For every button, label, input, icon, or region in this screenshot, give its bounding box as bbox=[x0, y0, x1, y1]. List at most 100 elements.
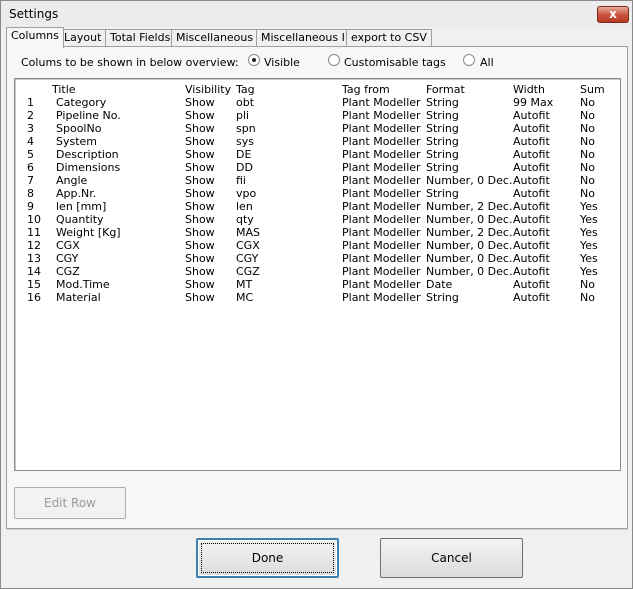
row-tag: sys bbox=[236, 135, 254, 148]
row-width: Autofit bbox=[513, 109, 550, 122]
row-format: Number, 0 Dec. bbox=[426, 239, 513, 252]
row-tag: fii bbox=[236, 174, 246, 187]
row-visibility: Show bbox=[185, 96, 215, 109]
row-format: String bbox=[426, 135, 459, 148]
row-format: String bbox=[426, 96, 459, 109]
row-sum: No bbox=[580, 135, 595, 148]
tab-miscellaneous-i[interactable]: Miscellaneous I bbox=[171, 29, 265, 47]
radio-customisable-tags-label[interactable]: Customisable tags bbox=[344, 56, 446, 69]
row-visibility: Show bbox=[185, 213, 215, 226]
table-row[interactable]: 5 Description Show DE Plant Modeller String Au… bbox=[15, 148, 620, 161]
row-tag: obt bbox=[236, 96, 255, 109]
table-row[interactable]: 7 Angle Show fii Plant Modeller Number, 0 Dec… bbox=[15, 174, 620, 187]
row-tag-from: Plant Modeller bbox=[342, 148, 421, 161]
row-format: Number, 2 Dec. bbox=[426, 200, 513, 213]
row-format: Number, 0 Dec. bbox=[426, 213, 513, 226]
row-format: String bbox=[426, 291, 459, 304]
row-number: 4 bbox=[27, 135, 34, 148]
tab-export-to-csv[interactable]: export to CSV bbox=[346, 29, 432, 47]
tab-layout[interactable]: Layout bbox=[59, 29, 107, 47]
table-row[interactable]: 13 CGY Show CGY Plant Modeller Number, 0 Dec.… bbox=[15, 252, 620, 265]
row-visibility: Show bbox=[185, 109, 215, 122]
row-visibility: Show bbox=[185, 135, 215, 148]
tab-columns[interactable]: Columns bbox=[6, 27, 64, 48]
table-row[interactable]: 9 len [mm] Show len Plant Modeller Number, 2 … bbox=[15, 200, 620, 213]
header-width: Width bbox=[513, 83, 545, 96]
table-row[interactable]: 14 CGZ Show CGZ Plant Modeller Number, 0 Dec.… bbox=[15, 265, 620, 278]
row-sum: No bbox=[580, 148, 595, 161]
row-visibility: Show bbox=[185, 187, 215, 200]
row-tag-from: Plant Modeller bbox=[342, 109, 421, 122]
row-title: Quantity bbox=[56, 213, 104, 226]
row-width: Autofit bbox=[513, 187, 550, 200]
tab-total-fields[interactable]: Total Fields bbox=[105, 29, 176, 47]
row-tag: MT bbox=[236, 278, 253, 291]
row-sum: No bbox=[580, 109, 595, 122]
edit-row-button[interactable]: Edit Row bbox=[14, 487, 126, 519]
row-sum: No bbox=[580, 278, 595, 291]
row-tag-from: Plant Modeller bbox=[342, 226, 421, 239]
table-row[interactable]: 16 Material Show MC Plant Modeller String Auto… bbox=[15, 291, 620, 304]
row-number: 12 bbox=[27, 239, 41, 252]
row-number: 15 bbox=[27, 278, 41, 291]
table-row[interactable]: 1 Category Show obt Plant Modeller String 99 M… bbox=[15, 96, 620, 109]
settings-window: Settings x Columns Layout Total Fields M… bbox=[0, 0, 633, 589]
row-title: CGZ bbox=[56, 265, 80, 278]
close-icon[interactable]: x bbox=[597, 6, 629, 23]
row-format: String bbox=[426, 109, 459, 122]
row-sum: No bbox=[580, 174, 595, 187]
table-row[interactable]: 6 Dimensions Show DD Plant Modeller String Aut… bbox=[15, 161, 620, 174]
radio-visible-label[interactable]: Visible bbox=[264, 56, 300, 69]
row-tag: DD bbox=[236, 161, 253, 174]
row-width: Autofit bbox=[513, 213, 550, 226]
title-bar[interactable]: Settings x bbox=[1, 1, 632, 27]
row-tag: CGX bbox=[236, 239, 260, 252]
row-width: Autofit bbox=[513, 174, 550, 187]
row-tag-from: Plant Modeller bbox=[342, 122, 421, 135]
table-row[interactable]: 11 Weight [Kg] Show MAS Plant Modeller Number… bbox=[15, 226, 620, 239]
row-tag: CGZ bbox=[236, 265, 260, 278]
row-title: Description bbox=[56, 148, 119, 161]
table-row[interactable]: 12 CGX Show CGX Plant Modeller Number, 0 Dec.… bbox=[15, 239, 620, 252]
row-tag: MC bbox=[236, 291, 254, 304]
table-row[interactable]: 2 Pipeline No. Show pli Plant Modeller String… bbox=[15, 109, 620, 122]
row-visibility: Show bbox=[185, 161, 215, 174]
table-row[interactable]: 3 SpoolNo Show spn Plant Modeller String Autof… bbox=[15, 122, 620, 135]
done-button[interactable]: Done bbox=[196, 538, 339, 578]
row-title: CGY bbox=[56, 252, 79, 265]
row-sum: No bbox=[580, 187, 595, 200]
row-number: 5 bbox=[27, 148, 34, 161]
table-row[interactable]: 10 Quantity Show qty Plant Modeller Number, 0… bbox=[15, 213, 620, 226]
table-row[interactable]: 4 System Show sys Plant Modeller String Autofi… bbox=[15, 135, 620, 148]
cancel-button[interactable]: Cancel bbox=[380, 538, 523, 578]
row-visibility: Show bbox=[185, 291, 215, 304]
row-sum: No bbox=[580, 291, 595, 304]
row-number: 2 bbox=[27, 109, 34, 122]
row-title: Mod.Time bbox=[56, 278, 110, 291]
row-width: Autofit bbox=[513, 148, 550, 161]
row-tag: len bbox=[236, 200, 253, 213]
table-row[interactable]: 15 Mod.Time Show MT Plant Modeller Date Autofi… bbox=[15, 278, 620, 291]
radio-all-label[interactable]: All bbox=[480, 56, 494, 69]
row-visibility: Show bbox=[185, 226, 215, 239]
columns-list[interactable]: Title Visibility Tag Tag from Format Wid… bbox=[14, 78, 621, 471]
row-tag-from: Plant Modeller bbox=[342, 135, 421, 148]
row-title: System bbox=[56, 135, 98, 148]
row-number: 8 bbox=[27, 187, 34, 200]
row-format: Number, 0 Dec. bbox=[426, 174, 513, 187]
tab-miscellaneous-ii[interactable]: Miscellaneous II bbox=[256, 29, 354, 47]
radio-visible[interactable] bbox=[248, 54, 260, 66]
radio-customisable-tags[interactable] bbox=[328, 54, 340, 66]
row-tag-from: Plant Modeller bbox=[342, 239, 421, 252]
header-title: Title bbox=[52, 83, 76, 96]
table-row[interactable]: 8 App.Nr. Show vpo Plant Modeller String Autof… bbox=[15, 187, 620, 200]
row-sum: Yes bbox=[580, 226, 598, 239]
row-visibility: Show bbox=[185, 122, 215, 135]
row-sum: No bbox=[580, 122, 595, 135]
row-title: Angle bbox=[56, 174, 88, 187]
radio-all[interactable] bbox=[463, 54, 475, 66]
row-tag-from: Plant Modeller bbox=[342, 265, 421, 278]
filter-label: Colums to be shown in below overview: bbox=[21, 56, 239, 69]
row-number: 7 bbox=[27, 174, 34, 187]
row-width: Autofit bbox=[513, 252, 550, 265]
